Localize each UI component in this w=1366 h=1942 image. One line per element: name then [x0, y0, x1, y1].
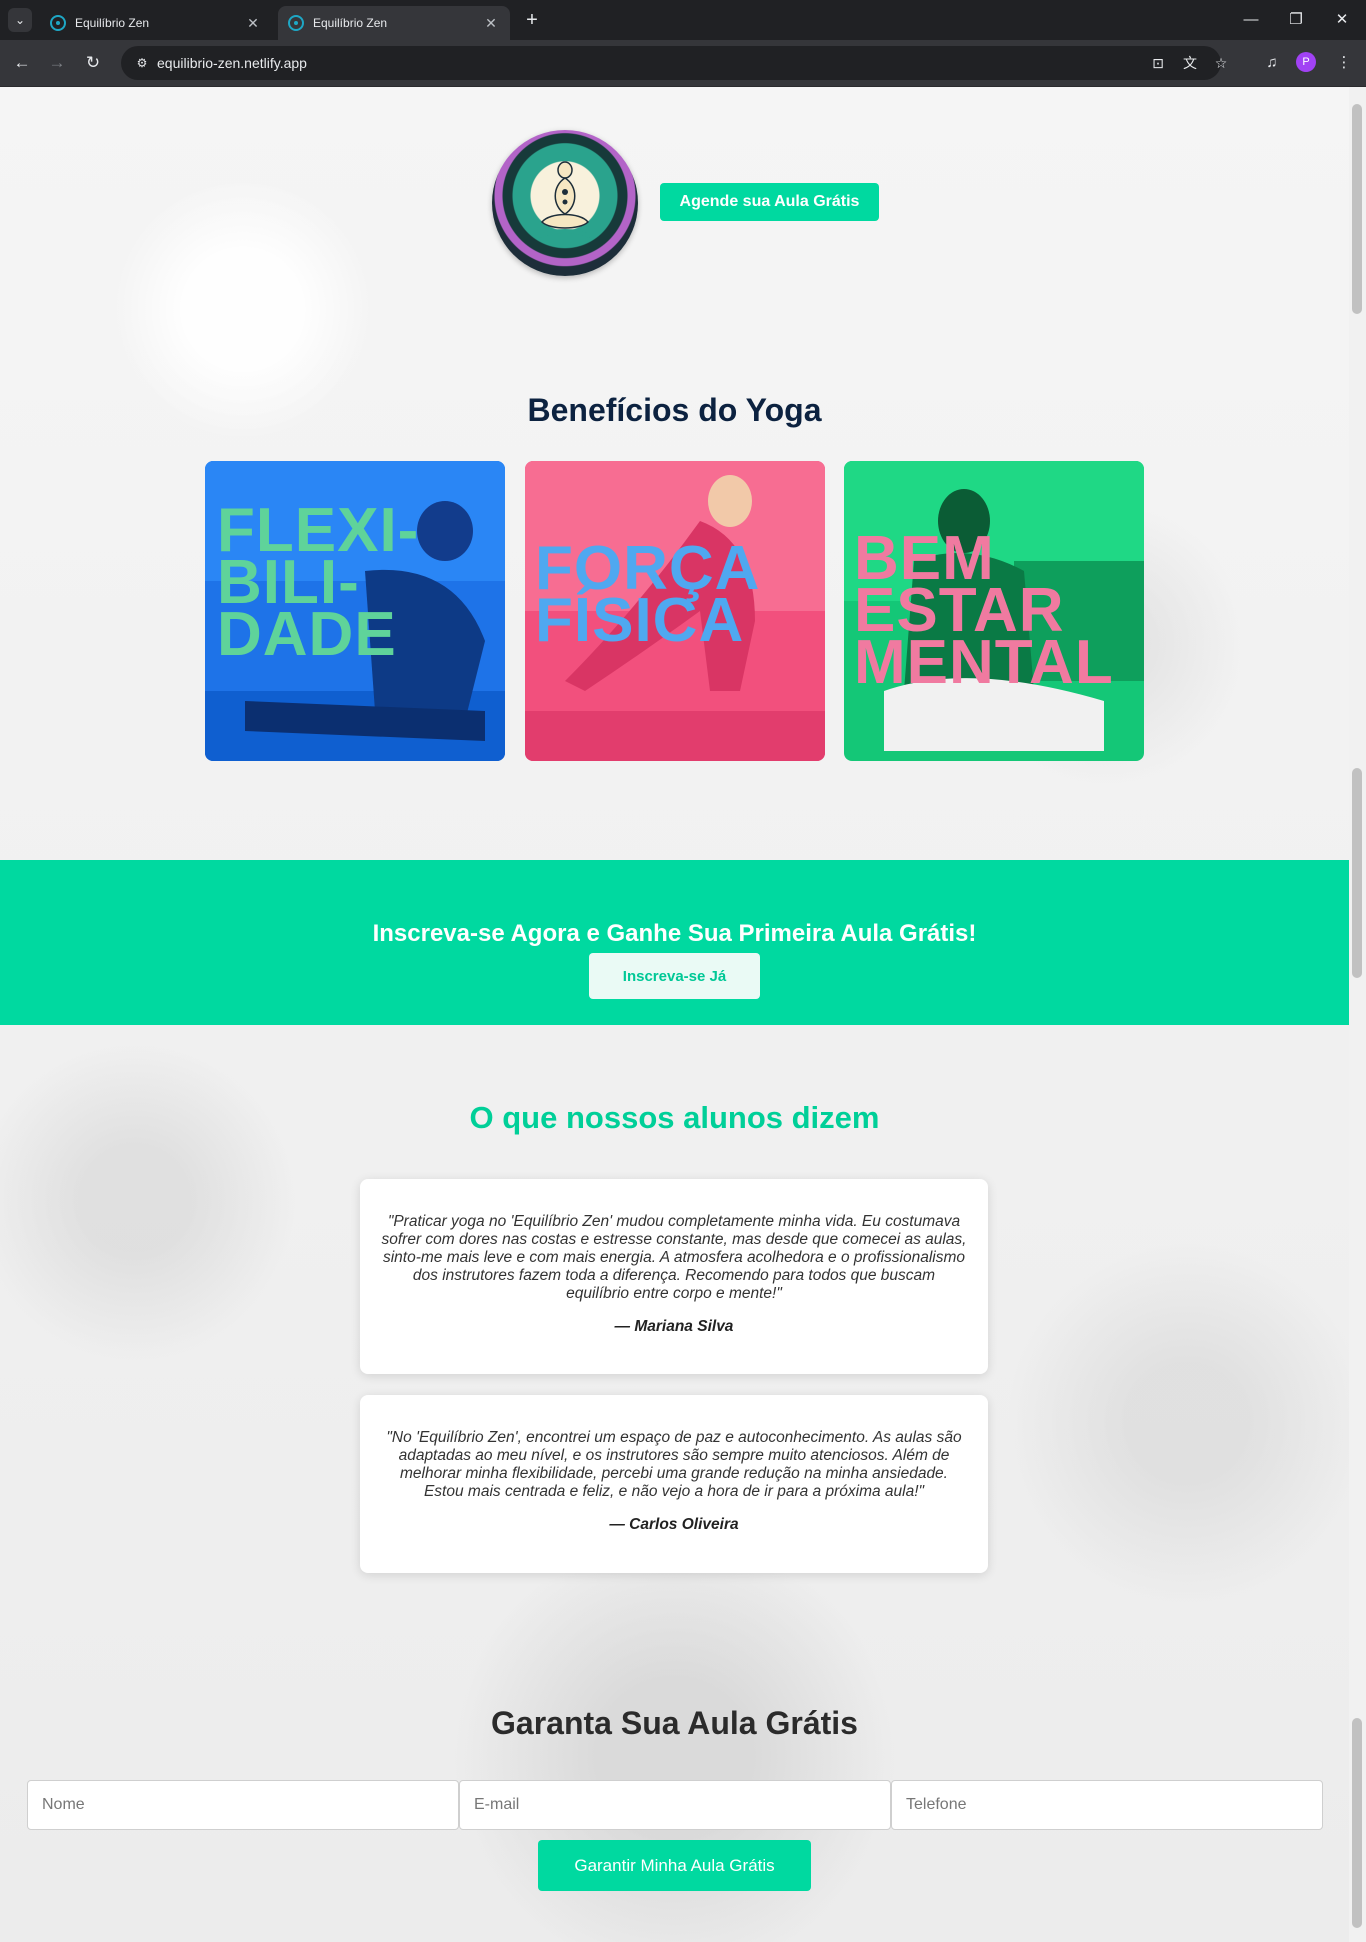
tune-icon[interactable]: ⚙: [133, 54, 151, 72]
arrow-right-icon[interactable]: →: [45, 51, 69, 75]
tab-strip: ⌄ Equilíbrio Zen ✕ Equilíbrio Zen ✕ + — …: [0, 0, 1366, 40]
media-controls-icon[interactable]: ♫: [1260, 51, 1284, 75]
url-text[interactable]: equilibrio-zen.netlify.app: [157, 55, 307, 71]
scrollbar-thumb[interactable]: [1352, 768, 1362, 978]
free-class-form-title: Garanta Sua Aula Grátis: [491, 1705, 858, 1741]
star-icon[interactable]: ☆: [1211, 53, 1231, 73]
testimonials-title: O que nossos alunos dizem: [469, 1100, 880, 1135]
testimonial-card: "Praticar yoga no 'Equilíbrio Zen' mudou…: [360, 1179, 988, 1374]
page-scrollbar[interactable]: [1349, 87, 1366, 1942]
benefit-card-text: FLEXI- BILI- DADE: [217, 496, 420, 669]
tab-title: Equilíbrio Zen: [75, 16, 150, 30]
phone-field[interactable]: [891, 1780, 1323, 1830]
install-app-icon[interactable]: ⊡: [1148, 53, 1168, 73]
arrow-left-icon[interactable]: ←: [10, 51, 34, 75]
testimonial-author: — Carlos Oliveira: [609, 1516, 739, 1533]
testimonial-author: — Mariana Silva: [614, 1318, 734, 1335]
signup-now-button[interactable]: Inscreva-se Já: [589, 953, 760, 999]
tab-title: Equilíbrio Zen: [313, 16, 388, 30]
schedule-free-class-button[interactable]: Agende sua Aula Grátis: [660, 183, 879, 221]
benefit-card-strength[interactable]: FORÇA FÍSICA: [525, 461, 825, 761]
browser-toolbar: ← → ↻ ⚙ equilibrio-zen.netlify.app ⊡ 文 ☆…: [0, 40, 1366, 87]
restore-icon[interactable]: ❐: [1281, 6, 1311, 34]
email-field[interactable]: [459, 1780, 891, 1830]
address-bar[interactable]: ⚙ equilibrio-zen.netlify.app ⊡ 文 ☆: [121, 46, 1227, 80]
benefit-card-mental-wellbeing[interactable]: BEM ESTAR MENTAL: [844, 461, 1144, 761]
react-favicon-icon: [50, 15, 66, 31]
benefit-card-text: FORÇA FÍSICA: [535, 534, 761, 655]
lotus-meditation-logo: [492, 130, 638, 276]
browser-tab-1[interactable]: Equilíbrio Zen ✕: [40, 6, 272, 40]
claim-free-class-button[interactable]: Garantir Minha Aula Grátis: [538, 1840, 811, 1891]
minimize-icon[interactable]: —: [1236, 6, 1266, 34]
chevron-down-icon[interactable]: ⌄: [8, 8, 32, 32]
scrollbar-thumb[interactable]: [1352, 1718, 1362, 1928]
browser-tab-2[interactable]: Equilíbrio Zen ✕: [278, 6, 510, 40]
banner-title: Inscreva-se Agora e Ganhe Sua Primeira A…: [372, 920, 977, 947]
signup-banner: Inscreva-se Agora e Ganhe Sua Primeira A…: [0, 860, 1349, 1025]
benefits-title: Benefícios do Yoga: [527, 392, 822, 428]
reload-icon[interactable]: ↻: [81, 51, 105, 75]
benefit-card-flexibility[interactable]: FLEXI- BILI- DADE: [205, 461, 505, 761]
testimonial-card: "No 'Equilíbrio Zen', encontrei um espaç…: [360, 1395, 988, 1573]
translate-icon[interactable]: 文: [1180, 53, 1200, 73]
profile-avatar[interactable]: P: [1296, 52, 1316, 72]
close-icon[interactable]: ✕: [244, 15, 262, 32]
benefit-card-text: BEM ESTAR MENTAL: [854, 524, 1114, 697]
scrollbar-thumb[interactable]: [1352, 104, 1362, 314]
page-viewport: Agende sua Aula Grátis Benefícios do Yog…: [0, 87, 1349, 1942]
react-favicon-icon: [288, 15, 304, 31]
close-icon[interactable]: ✕: [482, 15, 500, 32]
kebab-menu-icon[interactable]: ⋮: [1332, 51, 1356, 75]
close-window-icon[interactable]: ✕: [1327, 6, 1357, 34]
name-field[interactable]: [27, 1780, 459, 1830]
meditation-figure-icon: [540, 161, 590, 238]
plus-icon[interactable]: +: [520, 8, 544, 32]
testimonial-quote: "Praticar yoga no 'Equilíbrio Zen' mudou…: [381, 1213, 967, 1302]
testimonial-quote: "No 'Equilíbrio Zen', encontrei um espaç…: [386, 1429, 962, 1500]
